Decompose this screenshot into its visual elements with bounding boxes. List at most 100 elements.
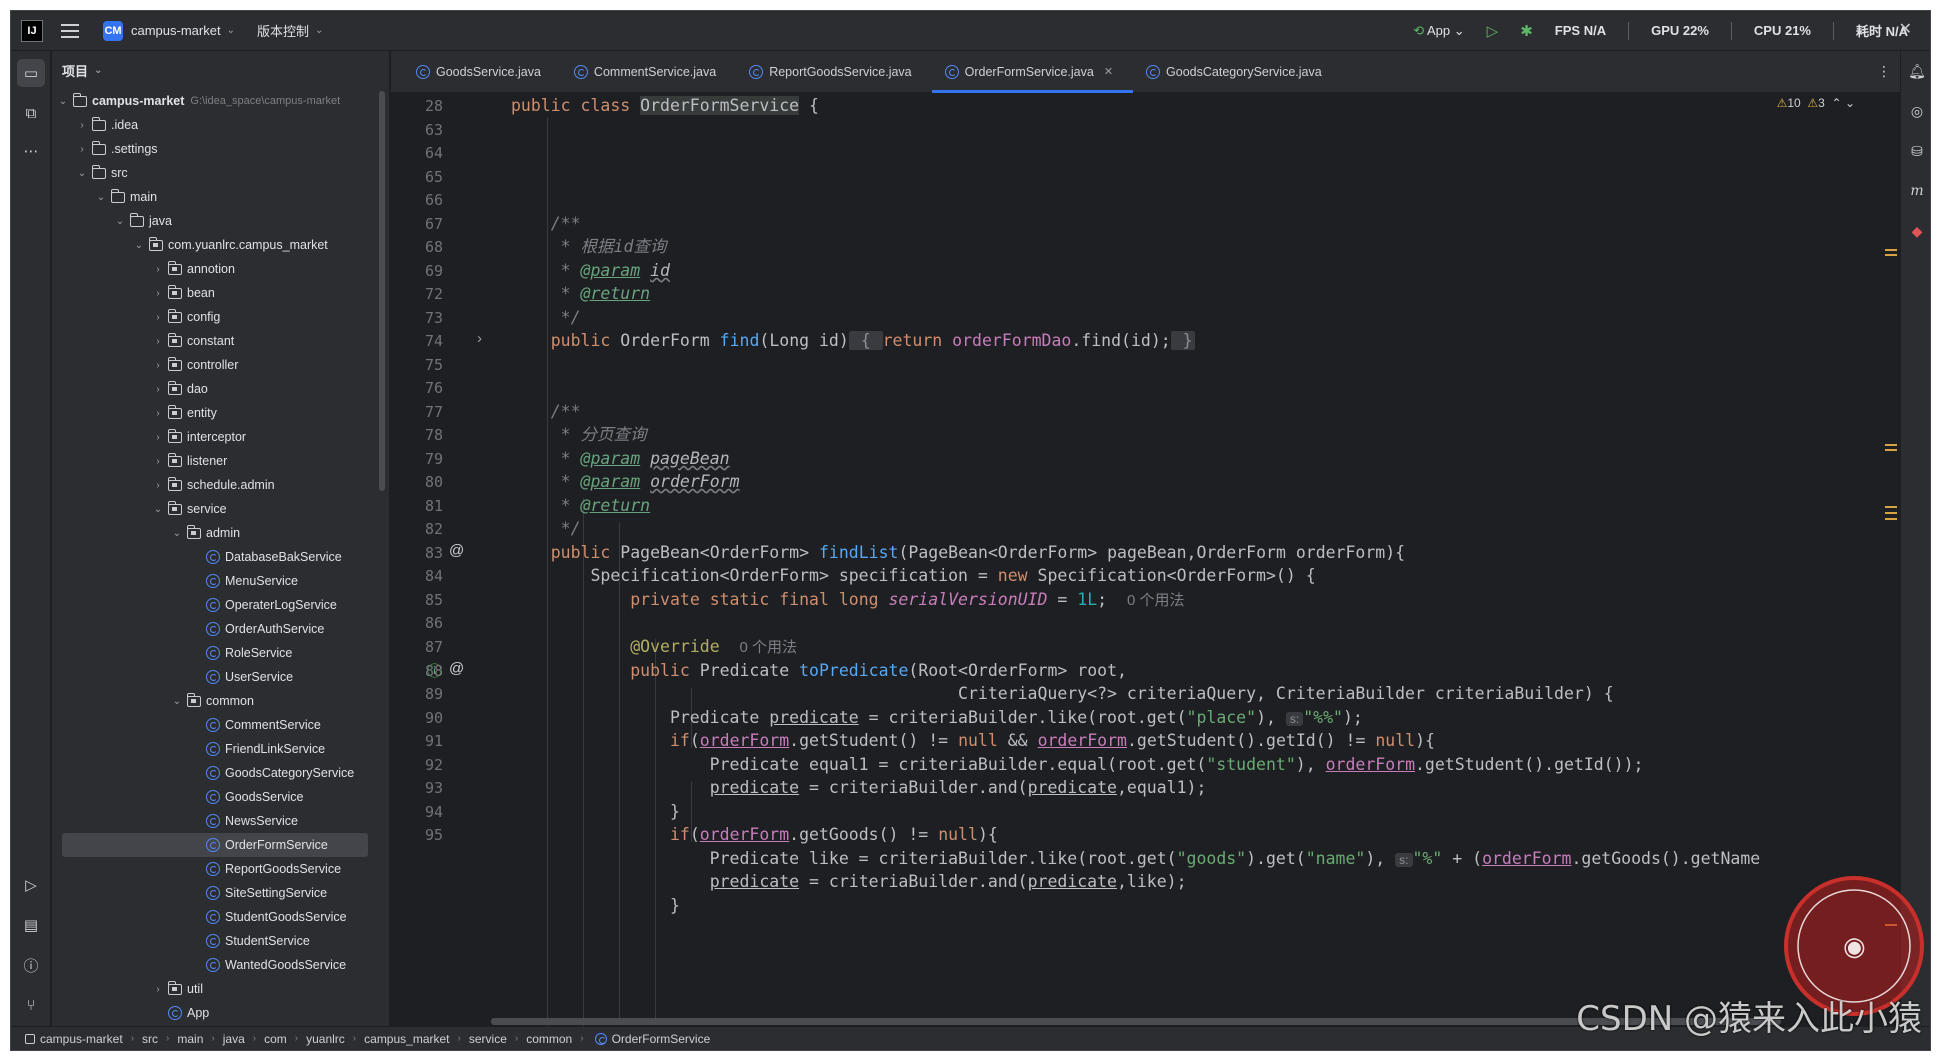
close-icon[interactable]: ✕	[1899, 19, 1912, 39]
chevron-right-icon[interactable]: ›	[151, 336, 165, 347]
services-tool-icon[interactable]: ▷	[17, 871, 45, 899]
project-tool-icon[interactable]: ▭	[17, 59, 45, 87]
chevron-down-icon[interactable]: ⌄	[113, 216, 127, 227]
breadcrumb-item[interactable]: yuanlrc	[306, 1032, 345, 1046]
error-stripe-mark[interactable]	[1885, 444, 1897, 446]
tree-item-class[interactable]: App	[52, 1001, 382, 1025]
project-selector[interactable]: campus-market	[131, 23, 221, 38]
bean-usage-icon[interactable]: @	[449, 542, 464, 559]
project-panel-header[interactable]: 项目 ⌄	[52, 51, 389, 89]
editor-tab[interactable]: GoodsCategoryService.java	[1133, 51, 1342, 93]
debug-icon[interactable]: ✱	[1520, 22, 1533, 40]
editor-tab[interactable]: GoodsService.java	[403, 51, 561, 93]
error-stripe-mark[interactable]	[1885, 518, 1897, 520]
chevron-right-icon[interactable]: ›	[151, 456, 165, 467]
code-area[interactable]: public class OrderFormService { /** * 根据…	[511, 94, 1891, 1027]
error-stripe-mark[interactable]	[1885, 512, 1897, 514]
scrollbar[interactable]	[379, 91, 385, 491]
tree-root[interactable]: ⌄ campus-market G:\idea_space\campus-mar…	[52, 89, 382, 113]
vcs-menu[interactable]: 版本控制	[257, 21, 309, 40]
chevron-right-icon[interactable]: ›	[151, 480, 165, 491]
close-tab-icon[interactable]: ✕	[1104, 65, 1113, 78]
breadcrumb-item[interactable]: OrderFormService	[612, 1032, 711, 1046]
more-tools-icon[interactable]: ⋯	[17, 137, 45, 165]
chevron-right-icon[interactable]: ›	[151, 408, 165, 419]
tree-item-folder[interactable]: › listener	[52, 449, 382, 473]
tree-item-class[interactable]: FriendLinkService	[52, 737, 382, 761]
breadcrumb-item[interactable]: service	[469, 1032, 507, 1046]
usage-hint[interactable]: 0 个用法	[740, 639, 798, 656]
breadcrumb-item[interactable]: main	[177, 1032, 203, 1046]
tree-item-folder[interactable]: › controller	[52, 353, 382, 377]
terminal-tool-icon[interactable]: ▤	[17, 911, 45, 939]
editor-tab[interactable]: OrderFormService.java ✕	[931, 51, 1134, 93]
chevron-right-icon[interactable]: ›	[151, 432, 165, 443]
more-tabs-icon[interactable]: ⋮	[1877, 63, 1891, 80]
tree-item-folder[interactable]: › .idea	[52, 113, 382, 137]
chevron-down-icon[interactable]: ⌄	[170, 696, 184, 707]
breadcrumb-item[interactable]: src	[142, 1032, 158, 1046]
tree-item-folder[interactable]: › util	[52, 977, 382, 1001]
bean-usage-icon[interactable]: @	[449, 660, 464, 677]
tree-item-folder[interactable]: › .settings	[52, 137, 382, 161]
tree-item-folder[interactable]: › bean	[52, 281, 382, 305]
breadcrumb-item[interactable]: campus-market	[40, 1032, 123, 1046]
run-config-selector[interactable]: ⟲ App ⌄	[1413, 23, 1464, 39]
error-stripe-mark[interactable]	[1885, 249, 1897, 251]
error-stripe-mark[interactable]	[1885, 506, 1897, 508]
tree-item-folder[interactable]: › config	[52, 305, 382, 329]
tree-item-class[interactable]: OrderFormService	[62, 833, 368, 857]
tree-item-class[interactable]: ReportGoodsService	[52, 857, 382, 881]
tree-item-folder[interactable]: ⌄ java	[52, 209, 382, 233]
chevron-right-icon[interactable]: ›	[75, 144, 89, 155]
run-icon[interactable]: ▷	[1487, 22, 1499, 40]
database-icon[interactable]: ⛁	[1907, 141, 1927, 161]
tree-item-class[interactable]: CommentService	[52, 713, 382, 737]
error-stripe-mark[interactable]	[1885, 254, 1897, 256]
tree-item-class[interactable]: GoodsService	[52, 785, 382, 809]
tree-item-class[interactable]: StudentService	[52, 929, 382, 953]
problems-tool-icon[interactable]: ⓘ	[17, 951, 45, 979]
structure-tool-icon[interactable]: ⧉	[17, 99, 45, 127]
chevron-right-icon[interactable]: ›	[151, 984, 165, 995]
chevron-down-icon[interactable]: ⌄	[94, 192, 108, 203]
chevron-right-icon[interactable]: ›	[75, 120, 89, 131]
tree-item-folder[interactable]: › interceptor	[52, 425, 382, 449]
tree-item-folder[interactable]: ⌄ service	[52, 497, 382, 521]
chevron-right-icon[interactable]: ›	[151, 312, 165, 323]
editor-tab[interactable]: CommentService.java	[561, 51, 736, 93]
tree-item-class[interactable]: UserService	[52, 665, 382, 689]
tree-item-class[interactable]: SiteSettingService	[52, 881, 382, 905]
editor-tab[interactable]: ReportGoodsService.java	[736, 51, 931, 93]
tree-item-class[interactable]: WantedGoodsService	[52, 953, 382, 977]
chevron-right-icon[interactable]: ›	[151, 264, 165, 275]
tree-item-folder[interactable]: › constant	[52, 329, 382, 353]
maven-icon[interactable]: m	[1907, 181, 1927, 201]
tree-item-folder[interactable]: › dao	[52, 377, 382, 401]
tree-item-class[interactable]: RoleService	[52, 641, 382, 665]
implements-icon[interactable]: ⓘ	[427, 660, 442, 681]
tree-item-class[interactable]: OrderAuthService	[52, 617, 382, 641]
tree-item-class[interactable]: DatabaseBakService	[52, 545, 382, 569]
chevron-down-icon[interactable]: ⌄	[132, 240, 146, 251]
tree-item-class[interactable]: NewsService	[52, 809, 382, 833]
tree-item-folder[interactable]: ⌄ src	[52, 161, 382, 185]
tree-item-folder[interactable]: ⌄ main	[52, 185, 382, 209]
tree-item-folder[interactable]: › schedule.admin	[52, 473, 382, 497]
tree-item-class[interactable]: OperaterLogService	[52, 593, 382, 617]
chevron-right-icon[interactable]: ›	[151, 360, 165, 371]
breadcrumb-item[interactable]: common	[526, 1032, 572, 1046]
main-menu-icon[interactable]	[61, 20, 83, 42]
tree-item-class[interactable]: MenuService	[52, 569, 382, 593]
notifications-icon[interactable]: 🔔︎	[1907, 61, 1927, 81]
usage-hint[interactable]: 0 个用法	[1127, 592, 1185, 609]
fold-icon[interactable]: ›	[477, 330, 482, 347]
tree-item-folder[interactable]: › annotion	[52, 257, 382, 281]
tree-item-class[interactable]: StudentGoodsService	[52, 905, 382, 929]
chevron-down-icon[interactable]: ⌄	[151, 504, 165, 515]
tree-item-folder[interactable]: › entity	[52, 401, 382, 425]
breadcrumb-item[interactable]: campus_market	[364, 1032, 449, 1046]
code-editor[interactable]: ⚠10 ⚠3 ⌃ ⌄ 28 63 64 65 66 67 68 69 72 73 74 75 76 77 7…	[391, 94, 1911, 1027]
breadcrumb-item[interactable]: java	[223, 1032, 245, 1046]
tree-item-class[interactable]: GoodsCategoryService	[52, 761, 382, 785]
